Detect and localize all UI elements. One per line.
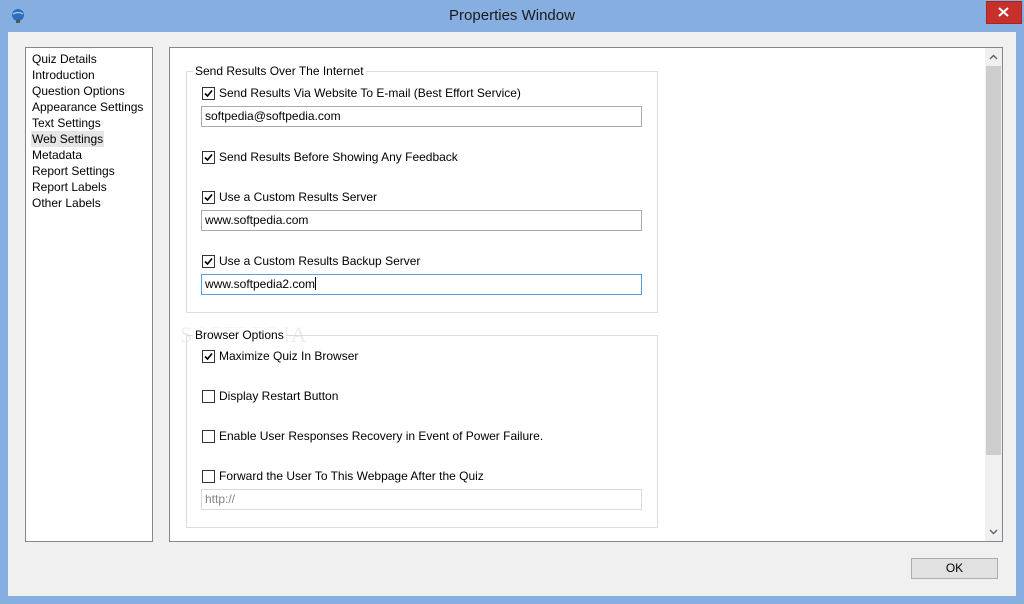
backup-server-checkbox[interactable]: Use a Custom Results Backup Server	[202, 253, 420, 269]
nav-item-question-options[interactable]: Question Options	[31, 83, 126, 99]
recovery-checkbox[interactable]: Enable User Responses Recovery in Event …	[202, 428, 543, 444]
checkbox-box[interactable]	[202, 349, 215, 363]
custom-server-checkbox[interactable]: Use a Custom Results Server	[202, 189, 377, 205]
title-bar[interactable]: Properties Window	[1, 1, 1023, 31]
browser-options-group: Browser Options Maximize Quiz In Browser…	[186, 328, 658, 528]
text-caret	[315, 277, 317, 290]
vertical-scrollbar[interactable]	[985, 48, 1002, 541]
send-before-feedback-checkbox[interactable]: Send Results Before Showing Any Feedback	[202, 149, 458, 165]
checkmark-icon	[204, 193, 213, 201]
checkmark-icon	[204, 89, 213, 97]
checkbox-box[interactable]	[202, 150, 215, 164]
nav-item-other-labels[interactable]: Other Labels	[31, 195, 102, 211]
recovery-label: Enable User Responses Recovery in Event …	[219, 429, 544, 443]
nav-item-report-labels[interactable]: Report Labels	[31, 179, 108, 195]
custom-server-field[interactable]: www.softpedia.com	[201, 210, 642, 231]
send-results-group-title: Send Results Over The Internet	[193, 64, 366, 78]
nav-item-metadata[interactable]: Metadata	[31, 147, 83, 163]
forward-label: Forward the User To This Webpage After t…	[219, 469, 484, 483]
nav-item-appearance-settings[interactable]: Appearance Settings	[31, 99, 144, 115]
web-settings-panel: SOFTPEDIA Send Results Over The Internet…	[169, 47, 1003, 542]
backup-server-value: www.softpedia2.com	[205, 277, 316, 291]
arrow-up-icon[interactable]	[989, 53, 998, 62]
window-title: Properties Window	[449, 7, 575, 24]
arrow-down-icon[interactable]	[989, 527, 998, 536]
forward-url-field[interactable]: http://	[201, 489, 642, 510]
email-field[interactable]: softpedia@softpedia.com	[201, 106, 642, 127]
checkbox-box[interactable]	[202, 429, 215, 443]
backup-server-label: Use a Custom Results Backup Server	[219, 254, 421, 268]
nav-item-introduction[interactable]: Introduction	[31, 67, 96, 83]
send-via-website-checkbox[interactable]: Send Results Via Website To E-mail (Best…	[202, 85, 521, 101]
custom-server-label: Use a Custom Results Server	[219, 190, 378, 204]
scrollbar-thumb[interactable]	[986, 66, 1001, 455]
send-via-website-label: Send Results Via Website To E-mail (Best…	[219, 86, 521, 100]
forward-checkbox[interactable]: Forward the User To This Webpage After t…	[202, 468, 484, 484]
nav-item-quiz-details[interactable]: Quiz Details	[31, 51, 98, 67]
backup-server-field[interactable]: www.softpedia2.com	[201, 274, 642, 295]
checkmark-icon	[204, 153, 213, 161]
checkbox-box[interactable]	[202, 86, 215, 100]
client-area: Quiz Details Introduction Question Optio…	[8, 32, 1016, 596]
nav-item-report-settings[interactable]: Report Settings	[31, 163, 116, 179]
checkbox-box[interactable]	[202, 469, 215, 483]
maximize-label: Maximize Quiz In Browser	[219, 349, 359, 363]
nav-item-text-settings[interactable]: Text Settings	[31, 115, 102, 131]
checkmark-icon	[204, 257, 213, 265]
close-icon	[998, 7, 1009, 17]
nav-item-web-settings[interactable]: Web Settings	[31, 131, 105, 147]
checkmark-icon	[204, 352, 213, 360]
ok-button[interactable]: OK	[911, 558, 998, 579]
maximize-checkbox[interactable]: Maximize Quiz In Browser	[202, 348, 358, 364]
checkbox-box[interactable]	[202, 389, 215, 403]
restart-button-checkbox[interactable]: Display Restart Button	[202, 388, 338, 404]
send-before-feedback-label: Send Results Before Showing Any Feedback	[219, 150, 458, 164]
send-results-group: Send Results Over The Internet Send Resu…	[186, 64, 658, 313]
restart-button-label: Display Restart Button	[219, 389, 339, 403]
properties-window: Properties Window Quiz Details Introduct…	[0, 0, 1024, 604]
browser-options-group-title: Browser Options	[193, 328, 286, 342]
close-button[interactable]	[986, 1, 1022, 24]
settings-nav-list[interactable]: Quiz Details Introduction Question Optio…	[25, 47, 153, 542]
checkbox-box[interactable]	[202, 254, 215, 268]
checkbox-box[interactable]	[202, 190, 215, 204]
